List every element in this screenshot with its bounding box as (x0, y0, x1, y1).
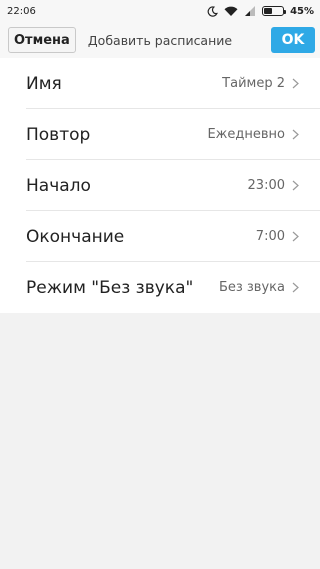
setting-row-repeat[interactable]: Повтор Ежедневно (0, 109, 320, 160)
signal-icon (244, 6, 256, 16)
status-bar: 22:06 45% (0, 0, 320, 22)
setting-value: 23:00 (247, 178, 285, 193)
setting-value: Ежедневно (207, 127, 285, 142)
setting-value: 7:00 (255, 229, 285, 244)
chevron-right-icon (292, 129, 299, 140)
status-icons: 45% (207, 6, 314, 17)
moon-icon (207, 5, 219, 17)
setting-label: Повтор (26, 124, 91, 145)
setting-label: Режим "Без звука" (26, 277, 194, 298)
chevron-right-icon (292, 231, 299, 242)
chevron-right-icon (292, 282, 299, 293)
setting-label: Имя (26, 73, 62, 94)
setting-label: Начало (26, 175, 91, 196)
setting-row-silent-mode[interactable]: Режим "Без звука" Без звука (0, 262, 320, 313)
setting-value: Без звука (218, 280, 285, 295)
ok-button[interactable]: OK (271, 27, 315, 53)
chevron-right-icon (292, 78, 299, 89)
battery-icon (262, 6, 287, 16)
setting-row-end[interactable]: Окончание 7:00 (0, 211, 320, 262)
setting-label: Окончание (26, 226, 125, 247)
setting-row-start[interactable]: Начало 23:00 (0, 160, 320, 211)
header-bar: Отмена Добавить расписание OK (0, 22, 320, 58)
chevron-right-icon (292, 180, 299, 191)
settings-list: Имя Таймер 2 Повтор Ежедневно Начало 23:… (0, 58, 320, 313)
wifi-icon (224, 6, 238, 17)
status-time: 22:06 (7, 5, 36, 17)
cancel-button[interactable]: Отмена (8, 27, 76, 53)
battery-percent: 45% (290, 5, 314, 17)
setting-value: Таймер 2 (222, 76, 285, 91)
setting-row-name[interactable]: Имя Таймер 2 (0, 58, 320, 109)
